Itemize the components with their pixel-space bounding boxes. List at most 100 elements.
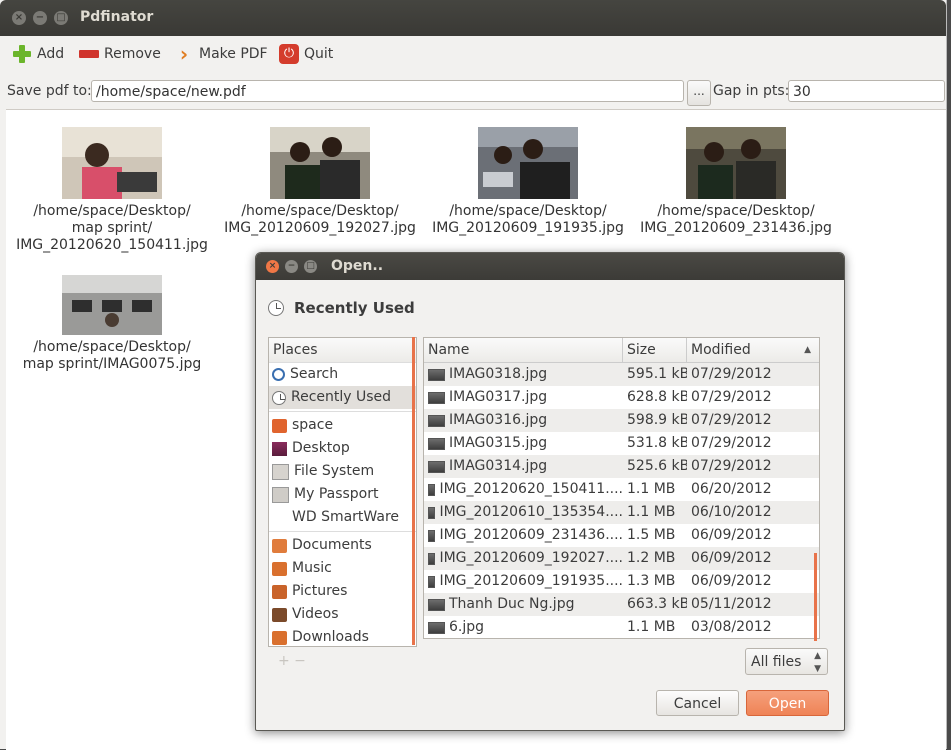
- file-row[interactable]: IMG_20120620_150411.... 1.1 MB 06/20/2012: [424, 478, 819, 501]
- maximize-icon[interactable]: □: [54, 11, 68, 25]
- file-modified: 06/09/2012: [691, 527, 772, 543]
- file-row[interactable]: IMG_20120610_135354.... 1.1 MB 06/10/2012: [424, 501, 819, 524]
- thumbnail-path-line2: map sprint/IMAG0075.jpg: [22, 356, 202, 372]
- file-row[interactable]: IMAG0315.jpg 531.8 kB 07/29/2012: [424, 432, 819, 455]
- plus-icon: [12, 44, 32, 64]
- browse-button[interactable]: ...: [687, 80, 711, 106]
- thumbnail-path-line1: /home/space/Desktop/: [449, 203, 607, 219]
- places-sidebar: Places Search Recently Used space Deskto…: [268, 337, 417, 647]
- photo-thumbnail: [270, 127, 370, 199]
- place-search[interactable]: Search: [269, 363, 416, 386]
- place-desktop[interactable]: Desktop: [269, 437, 416, 460]
- thumbnail-path-line2: IMG_20120609_231436.jpg: [640, 220, 832, 236]
- make-pdf-button[interactable]: › Make PDF: [174, 43, 268, 65]
- file-name: Thanh Duc Ng.jpg: [449, 596, 575, 612]
- file-row[interactable]: 6.jpg 1.1 MB 03/08/2012: [424, 616, 819, 639]
- place-documents[interactable]: Documents: [269, 534, 416, 557]
- file-size: 1.1 MB: [627, 504, 676, 520]
- thumbnail[interactable]: /home/space/Desktop/ map sprint/ IMG_201…: [12, 127, 212, 254]
- minimize-icon[interactable]: −: [33, 11, 47, 25]
- places-scrollbar[interactable]: [412, 337, 415, 645]
- location-label: Recently Used: [294, 299, 415, 317]
- file-name: IMAG0315.jpg: [449, 435, 548, 451]
- place-label: Music: [292, 560, 332, 576]
- maximize-icon[interactable]: □: [304, 260, 317, 273]
- file-size: 1.3 MB: [627, 573, 676, 589]
- file-modified: 07/29/2012: [691, 366, 772, 382]
- close-icon[interactable]: ×: [266, 260, 279, 273]
- thumbnail-path-line1: /home/space/Desktop/: [33, 203, 191, 219]
- place-pictures[interactable]: Pictures: [269, 580, 416, 603]
- folder-icon: [272, 538, 287, 553]
- place-my-passport[interactable]: My Passport: [269, 483, 416, 506]
- place-label: Pictures: [292, 583, 348, 599]
- desktop-icon: [272, 441, 287, 456]
- file-modified: 05/11/2012: [691, 596, 772, 612]
- file-row[interactable]: IMAG0316.jpg 598.9 kB 07/29/2012: [424, 409, 819, 432]
- home-folder-icon: [272, 418, 287, 433]
- file-modified: 06/20/2012: [691, 481, 772, 497]
- gap-input[interactable]: 30: [788, 80, 945, 102]
- make-pdf-label: Make PDF: [199, 46, 268, 62]
- file-size: 1.2 MB: [627, 550, 676, 566]
- file-name-cell: IMG_20120620_150411....: [424, 478, 623, 501]
- add-button[interactable]: Add: [12, 43, 64, 65]
- thumbnail[interactable]: /home/space/Desktop/ IMG_20120609_191935…: [428, 127, 628, 237]
- file-row[interactable]: IMAG0318.jpg 595.1 kB 07/29/2012: [424, 363, 819, 386]
- gap-label: Gap in pts:: [713, 83, 790, 99]
- file-name-cell: IMAG0316.jpg: [424, 409, 623, 432]
- drive-icon: [272, 463, 289, 480]
- location-indicator: Recently Used: [268, 299, 415, 317]
- open-button[interactable]: Open: [746, 690, 829, 716]
- file-size: 1.5 MB: [627, 527, 676, 543]
- column-name[interactable]: Name: [424, 338, 623, 362]
- power-icon: ⏻: [279, 44, 299, 64]
- cancel-button[interactable]: Cancel: [656, 690, 739, 716]
- place-label: Recently Used: [291, 389, 392, 405]
- file-name-cell: Thanh Duc Ng.jpg: [424, 593, 623, 616]
- thumbnail-path-line1: /home/space/Desktop/: [241, 203, 399, 219]
- downloads-folder-icon: [272, 630, 287, 645]
- save-row: Save pdf to: /home/space/new.pdf ... Gap…: [0, 78, 946, 106]
- recent-icon: [268, 300, 284, 316]
- file-name: IMG_20120610_135354....: [439, 504, 623, 520]
- file-name-cell: 6.jpg: [424, 616, 623, 639]
- place-recently-used[interactable]: Recently Used: [269, 386, 416, 409]
- remove-button[interactable]: Remove: [79, 43, 161, 65]
- file-row[interactable]: Thanh Duc Ng.jpg 663.3 kB 05/11/2012: [424, 593, 819, 616]
- file-row[interactable]: IMAG0317.jpg 628.8 kB 07/29/2012: [424, 386, 819, 409]
- close-icon[interactable]: ×: [12, 11, 26, 25]
- thumbnail-path-line1: /home/space/Desktop/: [657, 203, 815, 219]
- minimize-icon[interactable]: −: [285, 260, 298, 273]
- column-size[interactable]: Size: [623, 338, 687, 362]
- file-filter-select[interactable]: All files ▲ ▼: [745, 648, 828, 675]
- thumbnail[interactable]: /home/space/Desktop/ IMG_20120609_192027…: [220, 127, 420, 237]
- file-list-scrollbar[interactable]: [814, 553, 817, 641]
- music-folder-icon: [272, 561, 287, 576]
- column-modified[interactable]: Modified ▲: [687, 338, 819, 362]
- thumbnail[interactable]: /home/space/Desktop/ IMG_20120609_231436…: [636, 127, 836, 237]
- drive-icon: [272, 511, 287, 525]
- sort-ascending-icon: ▲: [804, 345, 811, 355]
- place-wd-smartware[interactable]: WD SmartWare: [269, 506, 416, 529]
- place-downloads[interactable]: Downloads: [269, 626, 416, 649]
- file-size: 628.8 kB: [627, 389, 687, 405]
- file-row[interactable]: IMG_20120609_231436.... 1.5 MB 06/09/2012: [424, 524, 819, 547]
- place-space[interactable]: space: [269, 414, 416, 437]
- recent-icon: [272, 390, 286, 405]
- image-file-icon: [428, 414, 445, 427]
- file-row[interactable]: IMG_20120609_191935.... 1.3 MB 06/09/2012: [424, 570, 819, 593]
- minus-icon: [79, 44, 99, 64]
- place-videos[interactable]: Videos: [269, 603, 416, 626]
- updown-icon: ▲ ▼: [814, 651, 821, 674]
- file-name: IMAG0318.jpg: [449, 366, 548, 382]
- place-music[interactable]: Music: [269, 557, 416, 580]
- file-modified: 06/10/2012: [691, 504, 772, 520]
- file-row[interactable]: IMG_20120609_192027.... 1.2 MB 06/09/2012: [424, 547, 819, 570]
- place-file-system[interactable]: File System: [269, 460, 416, 483]
- thumbnail[interactable]: /home/space/Desktop/ map sprint/IMAG0075…: [12, 275, 212, 373]
- file-row[interactable]: IMAG0314.jpg 525.6 kB 07/29/2012: [424, 455, 819, 478]
- photo-thumbnail: [62, 275, 162, 335]
- save-path-input[interactable]: /home/space/new.pdf: [91, 80, 684, 102]
- quit-button[interactable]: ⏻ Quit: [279, 43, 333, 65]
